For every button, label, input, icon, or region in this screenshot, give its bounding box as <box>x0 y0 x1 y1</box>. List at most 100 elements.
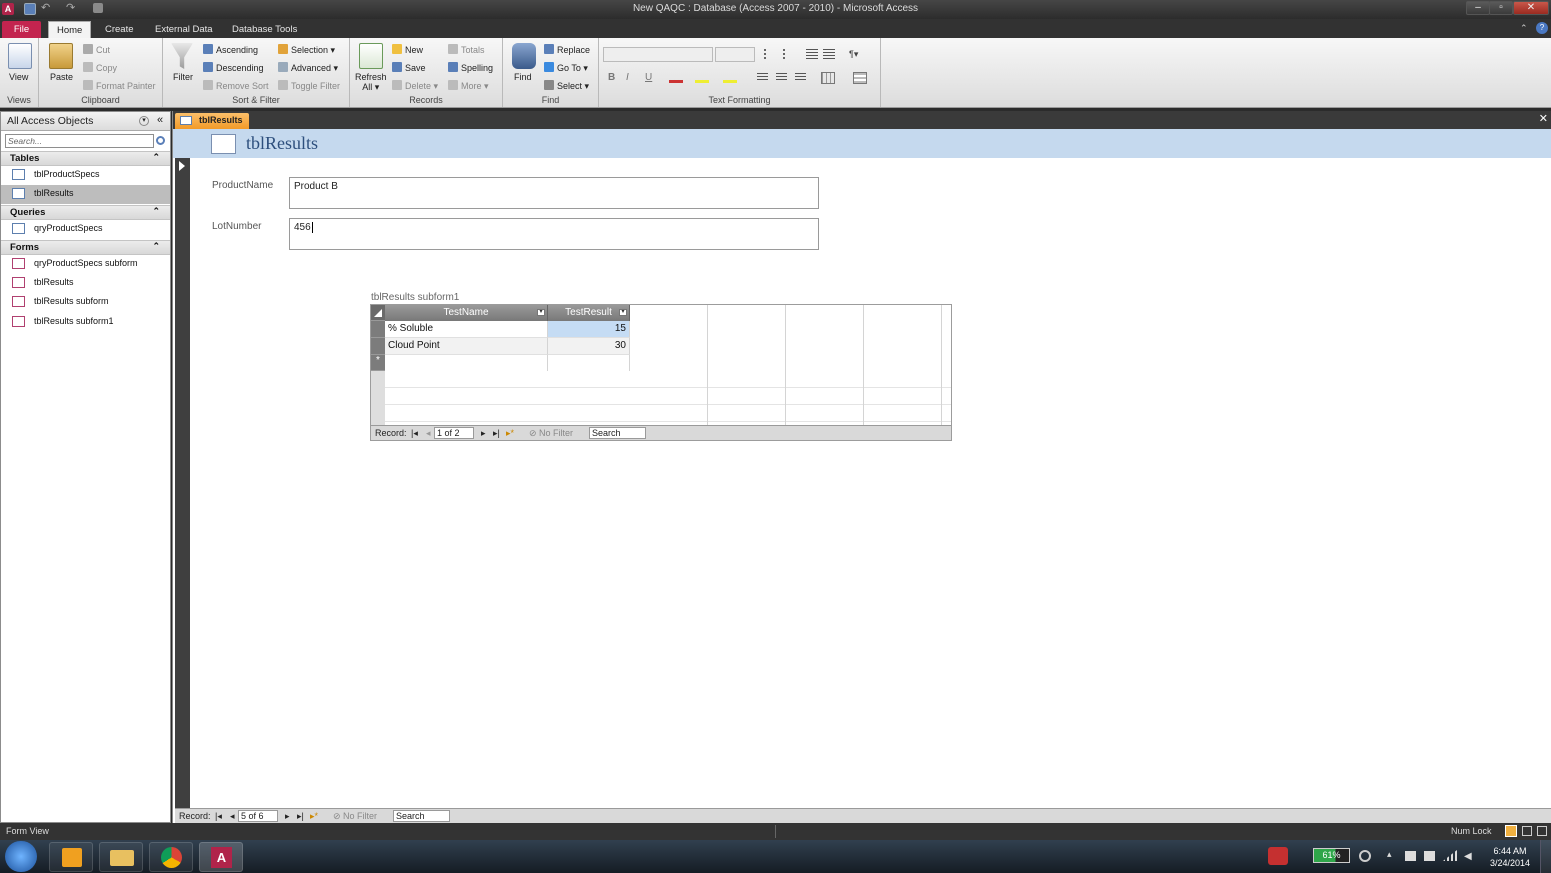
tab-create[interactable]: Create <box>97 21 142 38</box>
previous-record-icon[interactable]: ◂ <box>230 811 235 822</box>
column-filter-dropdown-icon[interactable]: ▾ <box>619 309 627 316</box>
action-center-icon[interactable] <box>1268 847 1288 865</box>
table-cell-testresult[interactable]: 30 <box>548 338 630 355</box>
advanced-button[interactable]: Advanced ▾ <box>278 62 338 74</box>
flag-icon[interactable] <box>1405 851 1416 861</box>
nav-section-queries[interactable]: Queries ⌃ <box>1 205 170 220</box>
chrome-taskbar-icon[interactable] <box>149 842 193 872</box>
record-position-input[interactable]: 5 of 6 <box>238 810 278 822</box>
product-name-field[interactable]: Product B <box>289 177 819 209</box>
nav-item-tblresults-form[interactable]: tblResults <box>1 274 170 293</box>
indent-icon[interactable] <box>806 49 818 59</box>
nav-section-forms[interactable]: Forms ⌃ <box>1 240 170 255</box>
nav-pane-menu-icon[interactable]: ▾ <box>139 116 149 126</box>
previous-record-icon[interactable]: ◂ <box>426 428 431 439</box>
record-position-input[interactable]: 1 of 2 <box>434 427 474 439</box>
tab-external-data[interactable]: External Data <box>147 21 221 38</box>
new-record-icon[interactable]: ▸* <box>310 811 318 822</box>
sync-icon[interactable] <box>1359 850 1371 862</box>
spelling-button[interactable]: Spelling <box>448 62 493 73</box>
fill-color-icon[interactable] <box>723 72 737 83</box>
go-to-button[interactable]: Go To ▾ <box>544 62 588 74</box>
last-record-icon[interactable]: ▸| <box>493 428 500 439</box>
refresh-all-button[interactable]: Refresh All ▾ <box>355 72 387 92</box>
underline-button[interactable]: U <box>645 72 652 83</box>
row-selector[interactable] <box>371 338 385 355</box>
delete-record-button[interactable]: Delete ▾ <box>392 80 438 92</box>
replace-button[interactable]: Replace <box>544 44 590 55</box>
subform-search-box[interactable]: Search <box>589 427 646 439</box>
outdent-icon[interactable] <box>823 49 835 59</box>
font-color-icon[interactable] <box>669 72 683 83</box>
new-record-icon[interactable]: ▸* <box>506 428 514 439</box>
explorer-taskbar-icon[interactable] <box>99 842 143 872</box>
binoculars-icon[interactable] <box>512 43 536 69</box>
align-center-icon[interactable] <box>776 73 787 82</box>
save-record-button[interactable]: Save <box>392 62 426 73</box>
font-size-select[interactable] <box>715 47 755 62</box>
start-button-icon[interactable] <box>5 841 37 872</box>
form-view-icon[interactable] <box>1505 825 1517 837</box>
format-painter-button[interactable]: Format Painter <box>83 80 156 91</box>
nav-item-qryproductspecs[interactable]: qryProductSpecs <box>1 220 170 239</box>
selection-button[interactable]: Selection ▾ <box>278 44 335 56</box>
bold-button[interactable]: B <box>608 72 615 83</box>
select-all-corner[interactable] <box>371 305 385 321</box>
column-header-testname[interactable]: TestName ▾ <box>385 305 548 321</box>
highlight-color-icon[interactable] <box>695 72 709 83</box>
no-filter-indicator[interactable]: ⊘ No Filter <box>529 428 573 439</box>
last-record-icon[interactable]: ▸| <box>297 811 304 822</box>
tab-database-tools[interactable]: Database Tools <box>224 21 305 38</box>
battery-indicator[interactable]: 61% <box>1313 848 1350 863</box>
nav-search-input[interactable]: Search... <box>5 134 154 148</box>
alternate-row-color-icon[interactable] <box>853 72 867 84</box>
cut-button[interactable]: Cut <box>83 44 110 55</box>
table-cell-testname[interactable]: Cloud Point <box>385 338 548 355</box>
tab-file[interactable]: File <box>2 21 41 38</box>
minimize-button[interactable]: – <box>1466 1 1490 15</box>
paste-button[interactable]: Paste <box>50 72 73 82</box>
next-record-icon[interactable]: ▸ <box>481 428 486 439</box>
new-record-button[interactable]: New <box>392 44 423 55</box>
first-record-icon[interactable]: |◂ <box>411 428 418 439</box>
next-record-icon[interactable]: ▸ <box>285 811 290 822</box>
totals-button[interactable]: Totals <box>448 44 485 55</box>
minimize-ribbon-icon[interactable]: ⌃ <box>1520 23 1528 34</box>
more-button[interactable]: More ▾ <box>448 80 489 92</box>
view-button[interactable]: View <box>9 72 28 82</box>
shutter-bar-close-icon[interactable]: « <box>157 114 163 126</box>
close-button[interactable]: ✕ <box>1513 1 1549 15</box>
italic-button[interactable]: I <box>626 72 629 83</box>
new-row-selector[interactable]: * <box>371 355 385 371</box>
signal-icon[interactable] <box>1443 850 1457 861</box>
view-icon[interactable] <box>8 43 32 69</box>
font-name-select[interactable] <box>603 47 713 62</box>
paste-icon[interactable] <box>49 43 73 69</box>
copy-button[interactable]: Copy <box>83 62 117 73</box>
toggle-filter-button[interactable]: Toggle Filter <box>278 80 340 91</box>
nav-pane-header[interactable]: All Access Objects ▾ « <box>1 112 170 131</box>
table-cell-testname[interactable]: % Soluble <box>385 321 548 338</box>
network-icon[interactable] <box>1424 851 1435 861</box>
show-hidden-icons[interactable]: ▴ <box>1387 849 1392 860</box>
no-filter-indicator[interactable]: ⊘ No Filter <box>333 811 377 822</box>
tab-home[interactable]: Home <box>48 21 92 38</box>
refresh-icon[interactable] <box>359 43 383 69</box>
design-view-icon[interactable] <box>1537 826 1547 836</box>
table-cell-new-testresult[interactable] <box>548 355 630 372</box>
bullets-icon[interactable] <box>764 49 776 59</box>
align-right-icon[interactable] <box>795 73 806 82</box>
first-record-icon[interactable]: |◂ <box>215 811 222 822</box>
table-cell-new-testname[interactable] <box>385 355 548 372</box>
maximize-button[interactable]: ▫ <box>1489 1 1513 15</box>
filter-button[interactable]: Filter <box>173 72 193 82</box>
volume-icon[interactable]: ◀ <box>1464 851 1472 862</box>
show-desktop-button[interactable] <box>1540 840 1551 873</box>
ascending-button[interactable]: Ascending <box>203 44 258 55</box>
outlook-taskbar-icon[interactable] <box>49 842 93 872</box>
nav-item-tblresults-subform1[interactable]: tblResults subform1 <box>1 313 170 332</box>
nav-item-tblresults-subform[interactable]: tblResults subform <box>1 293 170 312</box>
table-cell-testresult[interactable]: 15 <box>548 321 630 338</box>
document-tab-tblresults[interactable]: tblResults <box>175 113 249 129</box>
select-button[interactable]: Select ▾ <box>544 80 589 92</box>
